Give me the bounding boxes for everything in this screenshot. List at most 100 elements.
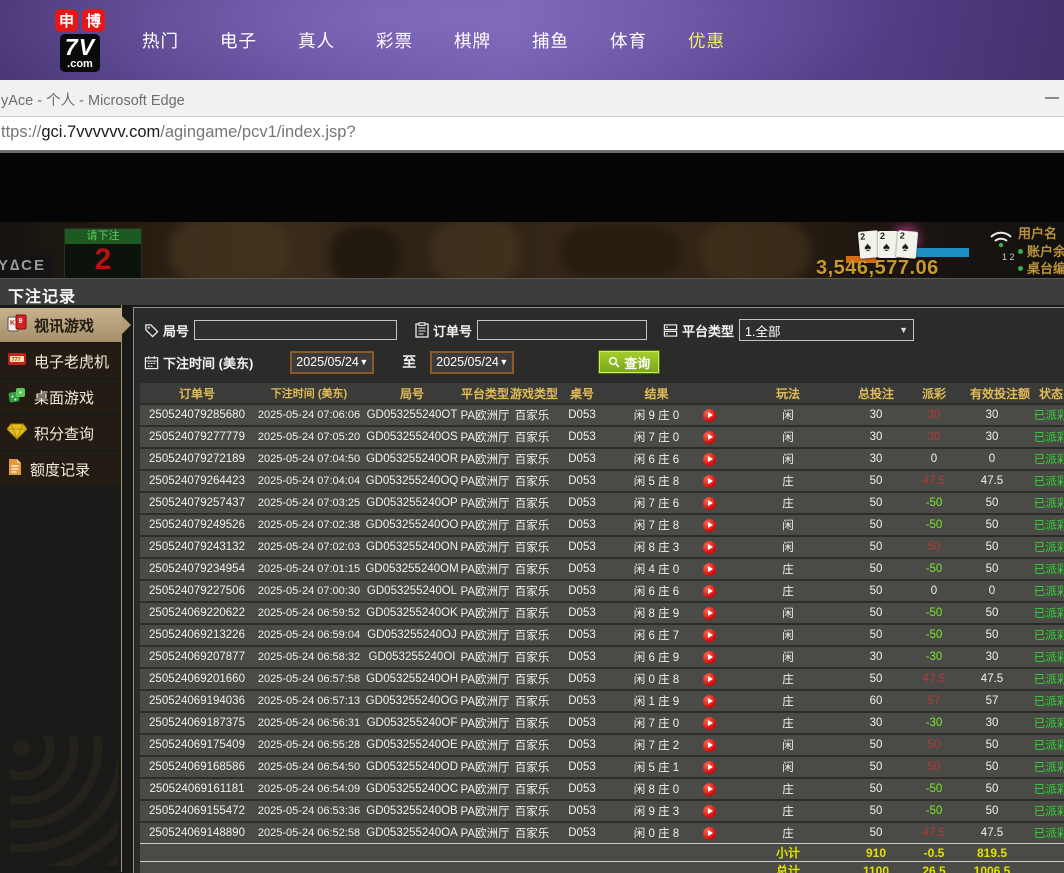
sidebar-item-5[interactable]: 额度记录	[0, 452, 122, 486]
chevron-down-icon: ▼	[499, 357, 508, 367]
cell-order: 250524079285680	[140, 409, 254, 421]
video-replay-icon[interactable]	[703, 827, 716, 840]
nav-item-6[interactable]: 捕鱼	[532, 28, 569, 53]
cell-platform: PA欧洲厅	[460, 473, 510, 489]
order-no-input[interactable]	[477, 320, 647, 340]
bet-prompt-label: 请下注	[65, 229, 141, 244]
video-replay-icon[interactable]	[703, 497, 716, 510]
cell-status: 已派彩	[1014, 825, 1064, 841]
result-text: 闲 0 庄 8	[610, 825, 703, 841]
video-replay-icon[interactable]	[703, 717, 716, 730]
cell-order: 250524069194036	[140, 695, 254, 707]
cell-time: 2025-05-24 07:04:04	[254, 475, 364, 487]
platform-type-select[interactable]: 1.全部 ▼	[739, 319, 914, 341]
minimize-icon[interactable]	[1045, 97, 1059, 99]
video-replay-icon[interactable]	[703, 585, 716, 598]
video-cards-icon: K9	[7, 314, 27, 337]
cell-time: 2025-05-24 06:56:31	[254, 717, 364, 729]
cell-payout: -50	[898, 805, 970, 817]
cell-platform: PA欧洲厅	[460, 605, 510, 621]
nav-item-1[interactable]: 热门	[142, 28, 179, 53]
cell-total: 50	[854, 805, 898, 817]
video-replay-icon[interactable]	[703, 541, 716, 554]
nav-item-7[interactable]: 体育	[610, 28, 647, 53]
playing-card: 2♠	[896, 230, 918, 259]
cell-valid: 47.5	[970, 827, 1014, 839]
video-replay-icon[interactable]	[703, 783, 716, 796]
table-row: 2505240691685862025-05-24 06:54:50GD0532…	[140, 755, 1064, 777]
cell-table: D053	[554, 827, 610, 839]
cell-result: 闲 5 庄 8	[610, 473, 722, 489]
cell-order: 250524079234954	[140, 563, 254, 575]
nav-item-2[interactable]: 电子	[220, 28, 257, 53]
nav-item-8[interactable]: 优惠	[688, 28, 725, 53]
nav-item-3[interactable]: 真人	[298, 28, 335, 53]
grand-total-row: 总计110026.51006.5	[140, 861, 1064, 873]
cell-time: 2025-05-24 07:06:06	[254, 409, 364, 421]
bet-records-panel: 局号 订单号 平台类型 1.全部 ▼ 下注时间 (美东) 2025/05/24	[133, 307, 1064, 873]
video-replay-icon[interactable]	[703, 453, 716, 466]
table-row: 2505240692206222025-05-24 06:59:52GD0532…	[140, 601, 1064, 623]
result-text: 闲 9 庄 0	[610, 407, 703, 423]
cell-order: 250524079272189	[140, 453, 254, 465]
video-replay-icon[interactable]	[703, 431, 716, 444]
table-games-icon	[7, 386, 27, 408]
video-replay-icon[interactable]	[703, 409, 716, 422]
video-replay-icon[interactable]	[703, 739, 716, 752]
sidebar-item-label: 视讯游戏	[34, 315, 94, 336]
sidebar-item-1[interactable]: K9 视讯游戏	[0, 308, 122, 342]
cell-payout: 50	[898, 739, 970, 751]
cell-platform: PA欧洲厅	[460, 781, 510, 797]
table-row: 2505240691754092025-05-24 06:55:28GD0532…	[140, 733, 1064, 755]
site-logo[interactable]: 申 博 7V .com	[48, 9, 112, 72]
cell-status: 已派彩	[1014, 561, 1064, 577]
main-area: K9 视讯游戏 777电子老虎机桌面游戏积分查询额度记录 局号 订单号 平台类型 1…	[0, 305, 1064, 872]
cell-time: 2025-05-24 06:59:52	[254, 607, 364, 619]
cell-platform: PA欧洲厅	[460, 759, 510, 775]
cell-platform: PA欧洲厅	[460, 583, 510, 599]
cell-table: D053	[554, 409, 610, 421]
cell-payout: 47.5	[898, 475, 970, 487]
result-text: 闲 1 庄 9	[610, 693, 703, 709]
cell-status: 已派彩	[1014, 517, 1064, 533]
subtotal-row: 小计910-0.5819.5	[140, 843, 1064, 861]
cell-result: 闲 4 庄 0	[610, 561, 722, 577]
result-text: 闲 9 庄 3	[610, 803, 703, 819]
video-replay-icon[interactable]	[703, 673, 716, 686]
sidebar-item-2[interactable]: 777电子老虎机	[0, 344, 122, 378]
account-info-panel: 用户名账户余桌台编	[1018, 225, 1064, 278]
result-text: 闲 7 庄 0	[610, 715, 703, 731]
date-from-picker[interactable]: 2025/05/24 ▼	[290, 351, 374, 374]
date-to-picker[interactable]: 2025/05/24 ▼	[430, 351, 514, 374]
nav-item-5[interactable]: 棋牌	[454, 28, 491, 53]
video-replay-icon[interactable]	[703, 695, 716, 708]
nav-item-4[interactable]: 彩票	[376, 28, 413, 53]
round-no-input[interactable]	[194, 320, 397, 340]
address-bar[interactable]: ttps://gci.7vvvvvv.com/agingame/pcv1/ind…	[0, 117, 1064, 153]
video-replay-icon[interactable]	[703, 519, 716, 532]
result-text: 闲 6 庄 7	[610, 627, 703, 643]
sidebar-divider	[121, 305, 122, 872]
query-button[interactable]: 查询	[599, 351, 659, 373]
cell-game: 百家乐	[510, 605, 554, 621]
dealt-cards: 2♠2♠2♠	[860, 231, 917, 258]
cell-payout: -50	[898, 607, 970, 619]
sidebar-item-4[interactable]: 积分查询	[0, 416, 122, 450]
cell-payout: 30	[898, 409, 970, 421]
sidebar-item-3[interactable]: 桌面游戏	[0, 380, 122, 414]
table-row: 2505240792721892025-05-24 07:04:50GD0532…	[140, 447, 1064, 469]
subtotal-row-valid: 819.5	[970, 846, 1014, 860]
video-replay-icon[interactable]	[703, 761, 716, 774]
video-replay-icon[interactable]	[703, 607, 716, 620]
cell-valid: 50	[970, 563, 1014, 575]
video-replay-icon[interactable]	[703, 651, 716, 664]
svg-text:9: 9	[19, 318, 23, 325]
cell-platform: PA欧洲厅	[460, 825, 510, 841]
video-replay-icon[interactable]	[703, 475, 716, 488]
sidebar-item-label: 积分查询	[34, 423, 94, 444]
video-replay-icon[interactable]	[703, 805, 716, 818]
cell-order: 250524069148890	[140, 827, 254, 839]
video-replay-icon[interactable]	[703, 629, 716, 642]
bet-prompt-box: 请下注 2	[64, 228, 142, 278]
video-replay-icon[interactable]	[703, 563, 716, 576]
